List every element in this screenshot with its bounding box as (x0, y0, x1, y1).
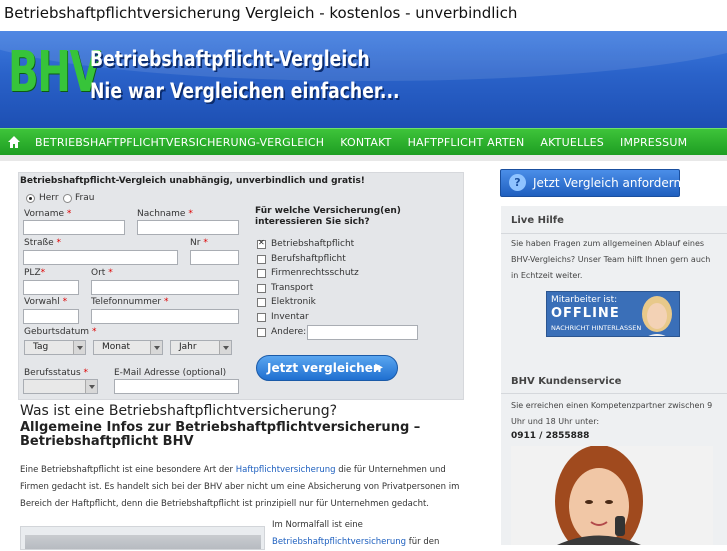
checkbox-berufshaftpflicht[interactable] (257, 255, 266, 264)
radio-herr[interactable] (26, 194, 35, 203)
nav-item-kontakt[interactable]: KONTAKT (332, 129, 399, 156)
checkbox-transport[interactable] (257, 284, 266, 293)
article-subheading: Allgemeine Infos zur Betriebshaftpflicht… (20, 420, 421, 449)
label-email: E-Mail Adresse (optional) (114, 368, 227, 378)
divider (501, 393, 727, 394)
telefon-input[interactable] (91, 309, 239, 324)
andere-input[interactable] (307, 325, 418, 340)
radio-herr-label: Herr (39, 193, 59, 203)
label-nachname: Nachname * (137, 209, 193, 219)
bhv-link[interactable]: Betriebshaftpflichtversicherung (272, 537, 406, 547)
service-title: BHV Kundenservice (511, 376, 622, 387)
chevron-right-icon: ▶ (375, 362, 383, 373)
nav-item-haftpflicht-arten[interactable]: HAFTPFLICHT ARTEN (400, 129, 533, 156)
option-label: Transport (271, 283, 314, 293)
option-label: Andere: (271, 327, 307, 337)
article-paragraph: Eine Betriebshaftpflicht ist eine besond… (20, 465, 460, 509)
article-image (20, 526, 265, 550)
option-label: Betriebshaftpflicht (271, 239, 355, 249)
service-text: Sie erreichen einen Kompetenzpartner zwi… (511, 401, 713, 426)
agent-avatar (642, 296, 672, 336)
article-paragraph-2: Im Normalfall ist eine Betriebshaftpflic… (272, 520, 440, 547)
insurance-question: Für welche Versicherung(en) interessiere… (255, 206, 401, 227)
checkbox-inventar[interactable] (257, 313, 266, 322)
nav-item-aktuelles[interactable]: AKTUELLES (532, 129, 612, 156)
service-agent-photo (511, 446, 713, 545)
submit-compare-button[interactable]: Jetzt vergleichen ▶ (256, 355, 398, 381)
vorwahl-input[interactable] (23, 309, 79, 324)
label-berufsstatus: Berufsstatus * (24, 368, 89, 378)
main-nav: BETRIEBSHAFTPFLICHTVERSICHERUNG-VERGLEIC… (0, 128, 727, 155)
option-label: Elektronik (271, 297, 316, 307)
checkbox-andere[interactable] (257, 328, 266, 337)
form-heading: Betriebshaftpflicht-Vergleich unabhängig… (20, 176, 365, 186)
option-label: Berufshaftpflicht (271, 254, 346, 264)
berufsstatus-select[interactable] (23, 379, 98, 394)
header-tagline-1: Betriebshaftpflicht-Vergleich (90, 47, 370, 71)
option-label: Inventar (271, 312, 309, 322)
nr-input[interactable] (190, 250, 239, 265)
checkbox-firmenrechtsschutz[interactable] (257, 269, 266, 278)
option-label: Firmenrechtsschutz (271, 268, 359, 278)
label-strasse: Straße * (24, 238, 62, 248)
chevron-down-icon (150, 341, 162, 354)
service-phone: 0911 / 2855888 (511, 431, 590, 441)
radio-frau[interactable] (63, 194, 72, 203)
chevron-down-icon (73, 341, 85, 354)
checkbox-betriebshaftpflicht[interactable] (257, 238, 266, 249)
vorname-input[interactable] (23, 220, 125, 235)
strasse-input[interactable] (23, 250, 178, 265)
status-label: Mitarbeiter ist: (551, 295, 618, 305)
label-vorwahl: Vorwahl * (24, 297, 68, 307)
tag-select[interactable]: Tag (24, 340, 86, 355)
label-vorname: Vorname * (24, 209, 72, 219)
plz-input[interactable] (23, 280, 79, 295)
nav-item-vergleich[interactable]: BETRIEBSHAFTPFLICHTVERSICHERUNG-VERGLEIC… (27, 129, 332, 156)
page-title: Betriebshaftpflichtversicherung Vergleic… (4, 4, 518, 22)
leave-message-link[interactable]: NACHRICHT HINTERLASSEN (551, 324, 641, 332)
jahr-select[interactable]: Jahr (170, 340, 232, 355)
chevron-down-icon (85, 380, 97, 393)
live-help-text: Sie haben Fragen zum allgemeinen Ablauf … (511, 239, 711, 280)
label-nr: Nr * (190, 238, 208, 248)
home-icon[interactable] (7, 135, 21, 149)
nav-item-impressum[interactable]: IMPRESSUM (612, 129, 695, 156)
label-ort: Ort * (91, 268, 113, 278)
checkbox-elektronik[interactable] (257, 298, 266, 307)
haftpflicht-link[interactable]: Haftpflichtversicherung (236, 465, 336, 475)
chevron-down-icon (219, 341, 231, 354)
label-geburtsdatum: Geburtsdatum * (24, 327, 97, 337)
live-chat-status[interactable]: Mitarbeiter ist: OFFLINE NACHRICHT HINTE… (546, 291, 680, 337)
article-heading: Was ist eine Betriebshaftpflichtversiche… (20, 403, 338, 419)
live-help-box (501, 206, 727, 368)
label-plz: PLZ* (24, 268, 46, 278)
status-value: OFFLINE (551, 306, 620, 321)
radio-frau-label: Frau (75, 193, 95, 203)
header-tagline-2: Nie war Vergleichen einfacher... (90, 79, 400, 103)
ort-input[interactable] (91, 280, 239, 295)
monat-select[interactable]: Monat (93, 340, 163, 355)
question-icon: ? (509, 174, 526, 191)
divider (501, 233, 727, 234)
email-input[interactable] (114, 379, 239, 394)
nachname-input[interactable] (137, 220, 239, 235)
nav-underline (0, 155, 727, 161)
header-banner: BHV Betriebshaftpflicht-Vergleich Nie wa… (0, 31, 727, 128)
request-comparison-button[interactable]: ? Jetzt Vergleich anfordern (500, 169, 681, 197)
site-logo[interactable]: BHV (8, 43, 101, 103)
live-help-title: Live Hilfe (511, 215, 564, 226)
label-telefon: Telefonnummer * (91, 297, 169, 307)
